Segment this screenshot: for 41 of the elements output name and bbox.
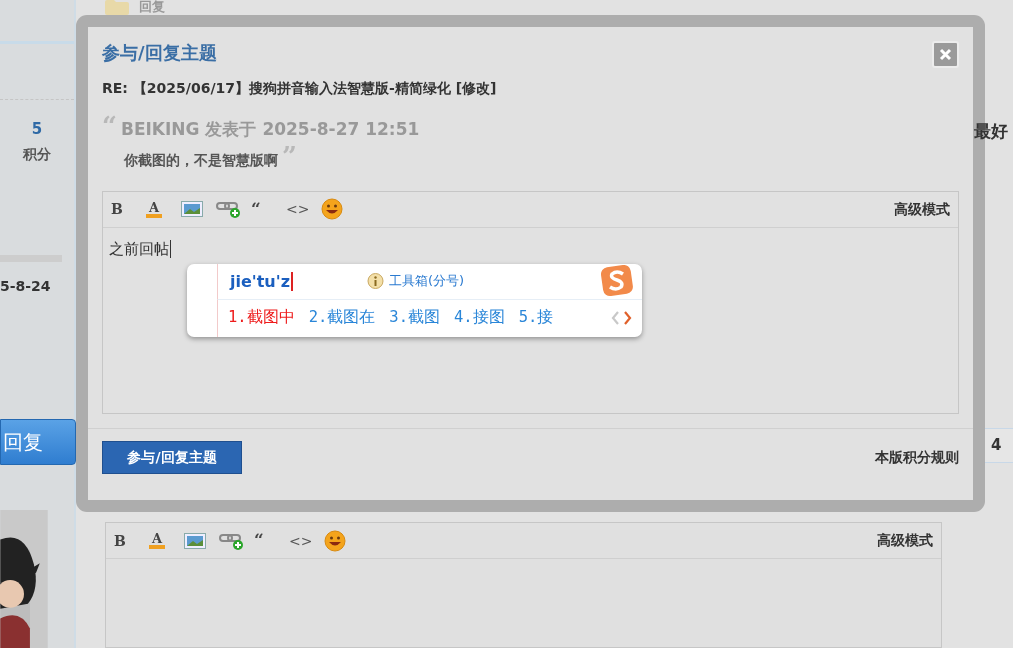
quote-text: 你截图的，不是智慧版啊 [124,150,278,170]
candidate-word[interactable]: 4.接图 [454,306,505,330]
reply-label: 回复 [139,0,165,14]
link-icon[interactable] [219,531,245,550]
message-field[interactable]: 之前回帖 [109,237,952,260]
folder-icon [105,0,129,15]
smiley-icon[interactable] [324,529,346,552]
candidate-word[interactable]: 1.截图中 [228,306,295,330]
bold-button[interactable]: B [111,202,123,216]
text-color-button[interactable]: A [146,200,163,218]
post-date: 5-8-24 [0,277,51,297]
quote-mark: ” [282,142,297,169]
thread-subject: RE: 【2025/06/17】搜狗拼音输入法智慧版-精简绿化 [修改] [102,79,498,98]
rules-link[interactable]: 本版积分规则 [875,446,959,468]
candidate-word[interactable]: 3.截图 [389,306,440,330]
close-icon [939,48,952,61]
image-icon[interactable] [181,201,203,217]
points-label: 积分 [23,145,51,165]
code-button[interactable]: <> [289,533,313,548]
candidate-word[interactable]: 5.接 [518,306,554,330]
advanced-mode-link[interactable]: 高级模式 [877,530,933,551]
link-icon[interactable] [216,200,242,218]
next-page-icon[interactable] [623,311,632,325]
info-icon[interactable] [366,272,384,290]
post-title-text: 最好 [974,120,1008,143]
code-button[interactable]: <> [286,202,310,216]
close-button[interactable] [932,41,959,68]
candidate-word[interactable]: 2.截图在 [308,306,376,330]
bold-button[interactable]: B [114,533,126,548]
advanced-mode-link[interactable]: 高级模式 [894,198,950,220]
dialog-title: 参与/回复主题 [102,41,217,65]
quote-mark: “ [102,113,117,139]
text-color-button[interactable]: A [149,532,166,549]
submit-button[interactable]: 参与/回复主题 [102,440,242,474]
quote-button[interactable]: “ [251,200,261,218]
toolbox-link[interactable]: 工具箱(分号) [388,271,465,291]
points-value: 5 [31,118,43,140]
smiley-icon[interactable] [321,198,343,220]
image-icon[interactable] [184,532,206,549]
quote-button[interactable]: “ [254,532,264,549]
quote-author: BEIKING 发表于 2025-8-27 12:51 [120,118,420,141]
